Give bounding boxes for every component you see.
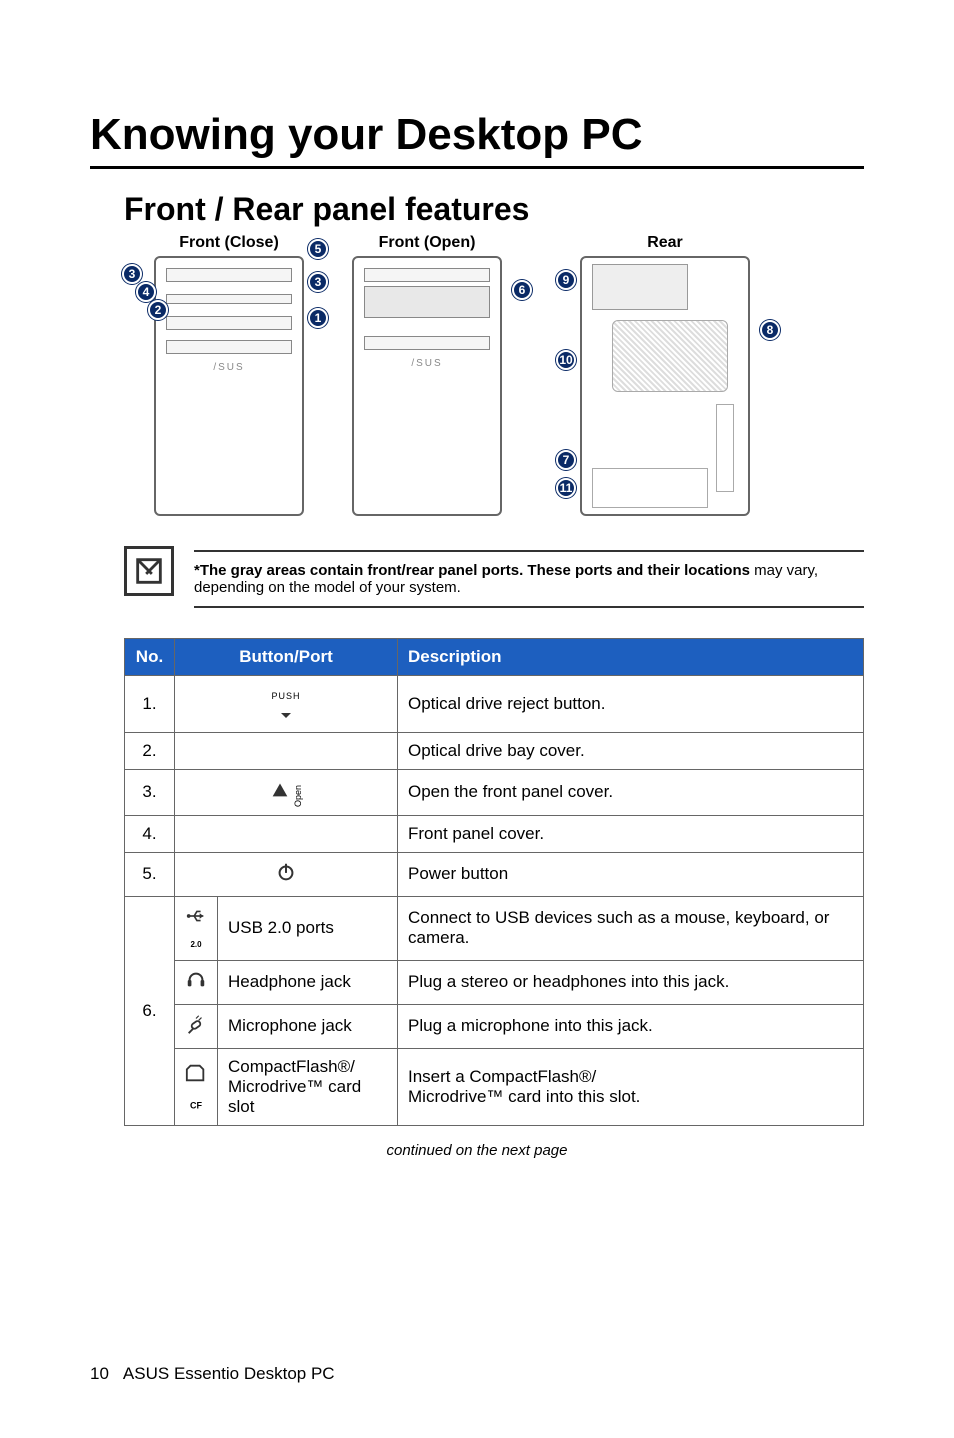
continued-note: continued on the next page <box>90 1142 864 1159</box>
callout-8: 8 <box>760 320 780 340</box>
callout-3a: 3 <box>122 264 142 284</box>
cell-no: 6. <box>125 896 175 1125</box>
page-number: 10 <box>90 1364 109 1384</box>
usb-label: 2.0 <box>190 940 201 949</box>
note-block: *The gray areas contain front/rear panel… <box>124 546 864 608</box>
cell-no: 3. <box>125 770 175 816</box>
cell-icon: 2.0 <box>175 896 218 960</box>
cell-no: 4. <box>125 815 175 852</box>
table-row: CF CompactFlash®/ Microdrive™ card slot … <box>125 1048 864 1125</box>
cell-icon: Open <box>175 770 398 816</box>
footer-text: ASUS Essentio Desktop PC <box>123 1364 335 1384</box>
table-row: 2. Optical drive bay cover. <box>125 733 864 770</box>
cell-name: Microphone jack <box>218 1004 398 1048</box>
cell-icon <box>175 733 398 770</box>
callout-3b: 3 <box>308 272 328 292</box>
cell-icon <box>175 815 398 852</box>
table-row: Headphone jack Plug a stereo or headphon… <box>125 960 864 1004</box>
table-row: 1. PUSH Optical drive reject button. <box>125 676 864 733</box>
callout-2: 2 <box>148 300 168 320</box>
page-footer: 10 ASUS Essentio Desktop PC <box>90 1364 335 1384</box>
cf-text: CF <box>190 1101 202 1111</box>
power-icon <box>275 861 297 883</box>
cell-desc: Optical drive reject button. <box>398 676 864 733</box>
diagram-rear <box>580 256 750 516</box>
table-row: 5. Power button <box>125 852 864 896</box>
cell-desc: Insert a CompactFlash®/ Microdrive™ card… <box>398 1048 864 1125</box>
page-title: Knowing your Desktop PC <box>90 110 864 169</box>
callout-1: 1 <box>308 308 328 328</box>
callout-6: 6 <box>512 280 532 300</box>
callout-9: 9 <box>556 270 576 290</box>
diagram-front-open: /SUS <box>352 256 502 516</box>
note-bold: *The gray areas contain front/rear panel… <box>194 562 754 579</box>
callout-10: 10 <box>556 350 576 370</box>
table-row: 4. Front panel cover. <box>125 815 864 852</box>
table-row: 3. Open Open the front panel cover. <box>125 770 864 816</box>
callout-4: 4 <box>136 282 156 302</box>
cell-desc: Optical drive bay cover. <box>398 733 864 770</box>
cell-desc: Front panel cover. <box>398 815 864 852</box>
cell-desc: Plug a stereo or headphones into this ja… <box>398 960 864 1004</box>
cell-desc: Open the front panel cover. <box>398 770 864 816</box>
cell-name: USB 2.0 ports <box>218 896 398 960</box>
headphone-icon <box>185 969 207 991</box>
cell-icon <box>175 1004 218 1048</box>
callout-11: 11 <box>556 478 576 498</box>
cell-icon: PUSH <box>175 676 398 733</box>
cell-desc: Power button <box>398 852 864 896</box>
diagram-front-close: /SUS <box>154 256 304 516</box>
th-button-port: Button/Port <box>175 639 398 676</box>
cell-icon <box>175 960 218 1004</box>
cell-no: 5. <box>125 852 175 896</box>
callout-7: 7 <box>556 450 576 470</box>
note-text: *The gray areas contain front/rear panel… <box>194 550 864 608</box>
cell-no: 1. <box>125 676 175 733</box>
table-row: 6. 2.0 USB 2.0 ports Connect to USB devi… <box>125 896 864 960</box>
compactflash-icon <box>185 1062 207 1084</box>
cell-desc: Connect to USB devices such as a mouse, … <box>398 896 864 960</box>
table-row: Microphone jack Plug a microphone into t… <box>125 1004 864 1048</box>
push-icon: PUSH <box>271 691 300 701</box>
usb-icon <box>185 905 207 927</box>
cell-name: Headphone jack <box>218 960 398 1004</box>
cell-no: 2. <box>125 733 175 770</box>
diagram-label-front-open: Front (Open) <box>379 234 476 252</box>
cell-desc: Plug a microphone into this jack. <box>398 1004 864 1048</box>
microphone-icon <box>185 1013 207 1035</box>
callout-5: 5 <box>308 239 328 259</box>
diagram-label-rear: Rear <box>647 234 683 252</box>
note-icon <box>124 546 174 596</box>
diagram-row: Front (Close) /SUS 5 3 4 3 2 1 Front (Op… <box>124 234 864 516</box>
open-text: Open <box>293 785 303 807</box>
th-description: Description <box>398 639 864 676</box>
down-arrow-icon <box>278 713 294 719</box>
open-triangle-icon <box>269 778 291 800</box>
cell-icon <box>175 852 398 896</box>
cell-name: CompactFlash®/ Microdrive™ card slot <box>218 1048 398 1125</box>
asus-logo: /SUS <box>213 362 244 373</box>
port-table: No. Button/Port Description 1. PUSH Opti… <box>124 638 864 1126</box>
cell-icon: CF <box>175 1048 218 1125</box>
asus-logo: /SUS <box>411 358 442 369</box>
section-title: Front / Rear panel features <box>124 191 864 228</box>
th-no: No. <box>125 639 175 676</box>
diagram-label-front-close: Front (Close) <box>179 234 279 252</box>
